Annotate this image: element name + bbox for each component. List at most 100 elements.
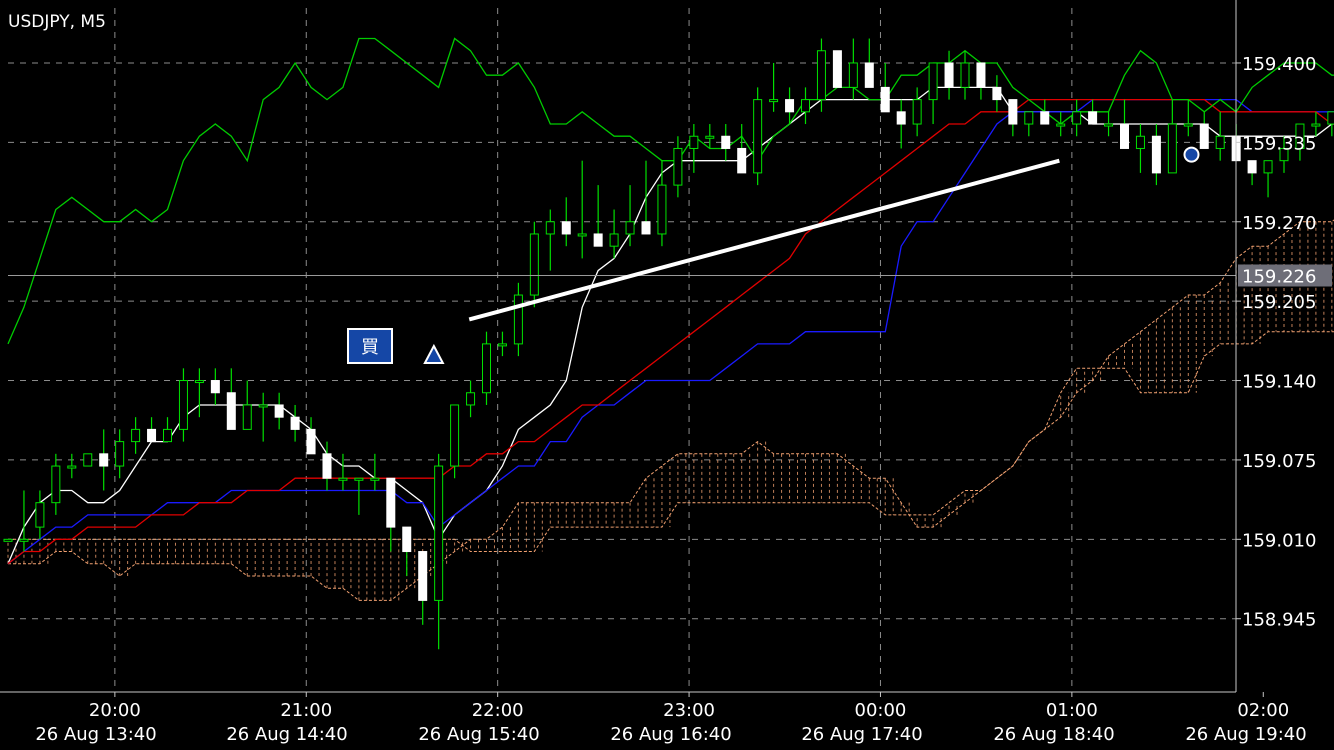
- candle-body-bear: [1199, 123, 1209, 149]
- candle[interactable]: [753, 87, 763, 186]
- candle-body-bear: [147, 428, 157, 443]
- candle-body-bull: [338, 477, 348, 481]
- candle-body-bull: [163, 428, 172, 443]
- candle-body-bear: [896, 111, 906, 125]
- candle-body-bear: [880, 86, 890, 113]
- candle-body-bull: [1024, 111, 1034, 125]
- candle-body-bull: [705, 135, 715, 139]
- candle-body-bull: [178, 380, 188, 430]
- candle-body-bull: [625, 221, 635, 235]
- candle-body-bull: [753, 99, 763, 174]
- time-tick-label: 23:00: [663, 700, 715, 721]
- candle-body-bear: [99, 453, 109, 467]
- candle-body-bear: [593, 233, 603, 247]
- candle-body-bull: [960, 62, 970, 88]
- candle-body-bear: [721, 135, 731, 149]
- candle-body-bear: [322, 453, 332, 479]
- candle-body-bull: [67, 465, 77, 469]
- candle-body-bear: [306, 428, 316, 455]
- price-tick-label: 159.205: [1242, 292, 1316, 313]
- candle-body-bull: [450, 404, 460, 467]
- price-tick-label: 159.270: [1242, 213, 1316, 234]
- chart-background: [0, 0, 1334, 750]
- candle-body-bull: [19, 538, 29, 542]
- candle-body-bull: [928, 62, 938, 101]
- date-tick-label: 26 Aug 14:40: [226, 724, 347, 745]
- candle-body-bear: [864, 62, 874, 88]
- candle-body-bull: [482, 343, 491, 394]
- candle-body-bull: [258, 404, 268, 408]
- candle-body-bear: [641, 221, 651, 235]
- candle[interactable]: [529, 221, 539, 308]
- candle-body-bull: [354, 477, 364, 481]
- candle[interactable]: [83, 453, 93, 467]
- time-tick-label: 22:00: [472, 700, 524, 721]
- candle-body-bear: [1088, 111, 1098, 125]
- candle-body-bear: [1008, 99, 1018, 125]
- price-tick-label: 158.945: [1242, 610, 1316, 631]
- exit-marker-icon[interactable]: [1183, 146, 1200, 163]
- candle-body-bull: [3, 538, 13, 542]
- candle-body-bull: [577, 233, 587, 237]
- candle-body-bull: [115, 441, 125, 467]
- time-tick-label: 21:00: [280, 700, 332, 721]
- candle-body-bull: [816, 50, 826, 101]
- candle-body-bull: [513, 294, 523, 345]
- candle-body-bull: [912, 99, 922, 125]
- candle-body-bear: [737, 147, 747, 174]
- buy-label[interactable]: 買: [347, 328, 393, 364]
- candle-body-bull: [1104, 123, 1114, 127]
- candle-body-bull: [769, 99, 779, 103]
- time-tick-label: 20:00: [89, 700, 141, 721]
- candle-body-bull: [194, 380, 204, 384]
- date-tick-label: 26 Aug 19:40: [1185, 724, 1306, 745]
- candle-body-bear: [1151, 135, 1161, 174]
- price-tick-label: 159.400: [1242, 54, 1316, 75]
- date-tick-label: 26 Aug 13:40: [35, 724, 156, 745]
- candle-body-bear: [290, 416, 300, 430]
- symbol-title: USDJPY, M5: [8, 12, 106, 32]
- price-tick-label: 159.335: [1242, 133, 1316, 154]
- candle-body-bear: [210, 380, 220, 394]
- time-tick-label: 00:00: [855, 700, 907, 721]
- candle-body-bull: [848, 62, 858, 88]
- candle-body-bull: [1072, 111, 1082, 125]
- price-chart[interactable]: 159.226 買 159.400 159.335 159.270 159.205 159…: [0, 0, 1334, 750]
- candle-body-bear: [832, 50, 842, 88]
- candle-body-bull: [51, 465, 61, 504]
- candle-body-bear: [561, 221, 571, 235]
- date-tick-label: 26 Aug 15:40: [418, 724, 539, 745]
- date-tick-label: 26 Aug 18:40: [993, 724, 1114, 745]
- candle-body-bull: [673, 147, 683, 186]
- candle-body-bull: [466, 392, 476, 406]
- candle-body-bull: [1311, 123, 1321, 127]
- candle-body-bull: [497, 343, 507, 347]
- buy-label-text: 買: [361, 337, 379, 358]
- candle-body-bull: [242, 404, 252, 430]
- candle-body-bull: [131, 428, 141, 443]
- candle-body-bull: [1327, 111, 1334, 125]
- time-tick-label: 01:00: [1046, 700, 1098, 721]
- candle-body-bull: [83, 453, 93, 467]
- candle-body-bull: [529, 233, 539, 296]
- time-tick-label: 02:00: [1237, 700, 1289, 721]
- candle-body-bear: [402, 526, 412, 553]
- price-tick-label: 159.010: [1242, 530, 1316, 551]
- candle-body-bull: [1056, 123, 1066, 127]
- date-tick-label: 26 Aug 16:40: [610, 724, 731, 745]
- candle-body-bull: [545, 221, 555, 235]
- candle-body-bull: [35, 502, 45, 528]
- candle-body-bull: [801, 99, 810, 113]
- candle-body-bear: [976, 62, 986, 88]
- candle-body-bear: [1120, 123, 1129, 149]
- current-price-label: 159.226: [1242, 266, 1316, 287]
- candle-body-bull: [434, 465, 444, 601]
- candle-body-bear: [1247, 160, 1257, 174]
- candle-body-bull: [1263, 160, 1273, 174]
- candle-body-bear: [226, 392, 236, 430]
- candle[interactable]: [832, 50, 842, 88]
- candle-body-bull: [1183, 123, 1193, 127]
- price-tick-label: 159.140: [1242, 372, 1316, 393]
- candle-body-bull: [657, 184, 667, 235]
- candle-body-bull: [1135, 135, 1145, 149]
